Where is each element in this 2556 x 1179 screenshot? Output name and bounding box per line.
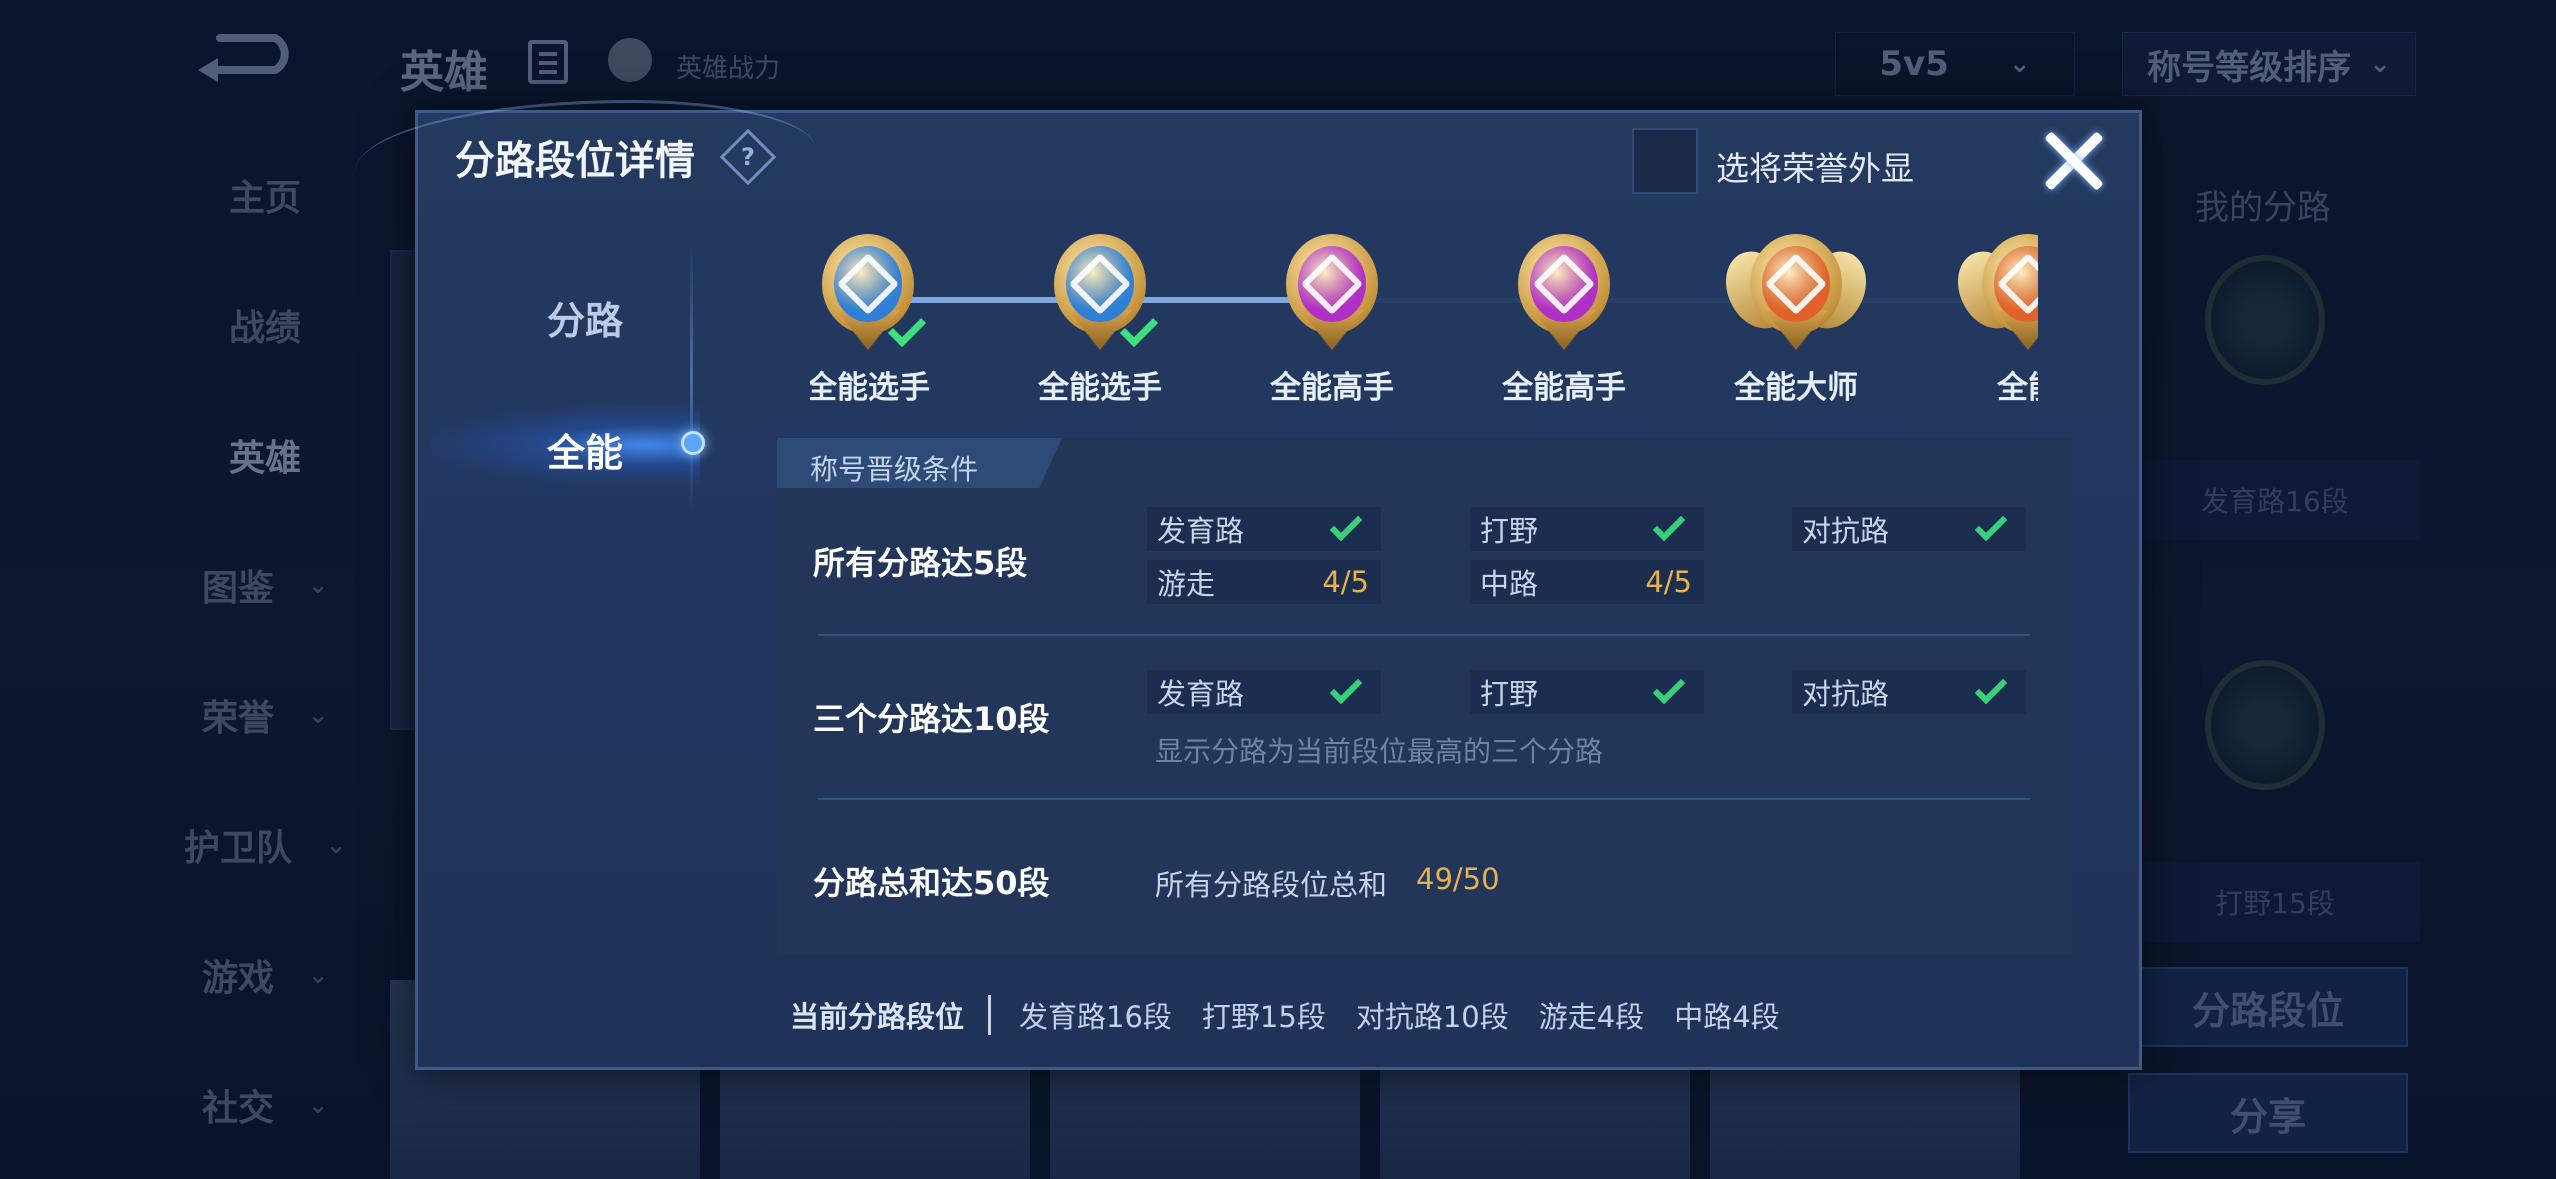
lane-name: 对抗路 bbox=[1802, 677, 1890, 711]
total-value: 49/50 bbox=[1416, 862, 1500, 896]
lane-requirement-chip: 打野 bbox=[1470, 670, 1704, 714]
divider bbox=[818, 798, 2030, 800]
rank-badge-icon bbox=[1504, 230, 1624, 360]
rank-name: 全能高手 bbox=[1502, 370, 1626, 406]
lane-requirement-chip: 发育路 bbox=[1147, 507, 1381, 551]
close-icon[interactable] bbox=[2038, 124, 2108, 194]
lane-requirement-chip: 中路 4/5 bbox=[1470, 560, 1704, 604]
lane-name: 中路 bbox=[1480, 567, 1539, 601]
current-ranks-label: 当前分路段位 bbox=[790, 1000, 965, 1034]
condition-title: 分路总和达50段 bbox=[813, 864, 1050, 902]
lane-requirement-chip: 对抗路 bbox=[1792, 670, 2026, 714]
rank-badge-icon bbox=[1713, 230, 1879, 360]
divider bbox=[818, 634, 2030, 636]
conditions-header: 称号晋级条件 bbox=[810, 453, 979, 486]
badge-gem bbox=[834, 246, 902, 322]
lane-name: 打野 bbox=[1480, 514, 1539, 548]
current-lane-ranks: 当前分路段位 发育路16段 打野15段 对抗路10段 游走4段 中路4段 bbox=[790, 995, 1810, 1035]
total-label: 所有分路段位总和 bbox=[1155, 868, 1388, 902]
badge-gem bbox=[1530, 246, 1598, 322]
condition-note: 显示分路为当前段位最高的三个分路 bbox=[1155, 735, 1604, 768]
tab-allround[interactable]: 全能 bbox=[480, 422, 690, 477]
badge-gem bbox=[1762, 246, 1830, 322]
rank-name: 全能选手 bbox=[1038, 370, 1162, 406]
badge-gem bbox=[1066, 246, 1134, 322]
rank-tier[interactable]: 全能选手 bbox=[1020, 220, 1180, 407]
rank-tier[interactable]: 全能选手 bbox=[810, 220, 948, 407]
rank-tier[interactable]: 全能高手 bbox=[1484, 220, 1644, 407]
check-icon bbox=[1652, 508, 1686, 542]
check-icon bbox=[1974, 671, 2008, 705]
lane-progress: 4/5 bbox=[1645, 565, 1692, 599]
lane-name: 发育路 bbox=[1157, 514, 1245, 548]
rank-badge-icon bbox=[1945, 230, 2038, 360]
rank-badge-icon bbox=[810, 230, 928, 360]
rank-tier[interactable]: 全能高手 bbox=[1252, 220, 1412, 407]
active-tab-indicator bbox=[681, 431, 705, 455]
rank-name: 全能高手 bbox=[1270, 370, 1394, 406]
lane-progress: 4/5 bbox=[1322, 565, 1369, 599]
rank-tier[interactable]: 全能大师 bbox=[1713, 220, 1879, 407]
honor-display-label[interactable]: 选将荣誉外显 bbox=[1716, 142, 1914, 190]
condition-title: 所有分路达5段 bbox=[813, 544, 1028, 582]
lane-rank-item: 打野15段 bbox=[1201, 1000, 1326, 1034]
condition-title: 三个分路达10段 bbox=[813, 700, 1050, 738]
check-icon bbox=[1329, 671, 1363, 705]
check-icon bbox=[1329, 508, 1363, 542]
lane-rank-item: 对抗路10段 bbox=[1355, 1000, 1509, 1034]
lane-name: 游走 bbox=[1157, 567, 1216, 601]
tab-lane[interactable]: 分路 bbox=[480, 290, 690, 345]
honor-display-checkbox[interactable] bbox=[1632, 128, 1698, 194]
rank-track: 全能选手 全能选手 全能高手 全能高手 全能大师 全能 bbox=[810, 220, 2038, 420]
lane-requirement-chip: 发育路 bbox=[1147, 670, 1381, 714]
lane-name: 发育路 bbox=[1157, 677, 1245, 711]
lane-rank-item: 游走4段 bbox=[1538, 1000, 1645, 1034]
check-icon bbox=[1974, 508, 2008, 542]
lane-name: 打野 bbox=[1480, 677, 1539, 711]
badge-gem bbox=[1298, 246, 1366, 322]
lane-requirement-chip: 对抗路 bbox=[1792, 507, 2026, 551]
lane-rank-item: 中路4段 bbox=[1674, 1000, 1780, 1034]
rank-name: 全能选手 bbox=[810, 370, 930, 406]
help-glyph: ? bbox=[741, 142, 755, 171]
rank-name: 全能大师 bbox=[1734, 370, 1858, 406]
check-icon bbox=[1652, 671, 1686, 705]
lane-requirement-chip: 打野 bbox=[1470, 507, 1704, 551]
rank-badge-icon bbox=[1272, 230, 1392, 360]
lane-name: 对抗路 bbox=[1802, 514, 1890, 548]
modal-title: 分路段位详情 bbox=[455, 138, 695, 184]
rank-name: 全能 bbox=[1997, 370, 2038, 406]
rank-tier[interactable]: 全能 bbox=[1945, 220, 2038, 407]
lane-requirement-chip: 游走 4/5 bbox=[1147, 560, 1381, 604]
rank-badge-icon bbox=[1040, 230, 1160, 360]
lane-rank-item: 发育路16段 bbox=[1019, 1000, 1172, 1034]
separator bbox=[988, 995, 992, 1035]
